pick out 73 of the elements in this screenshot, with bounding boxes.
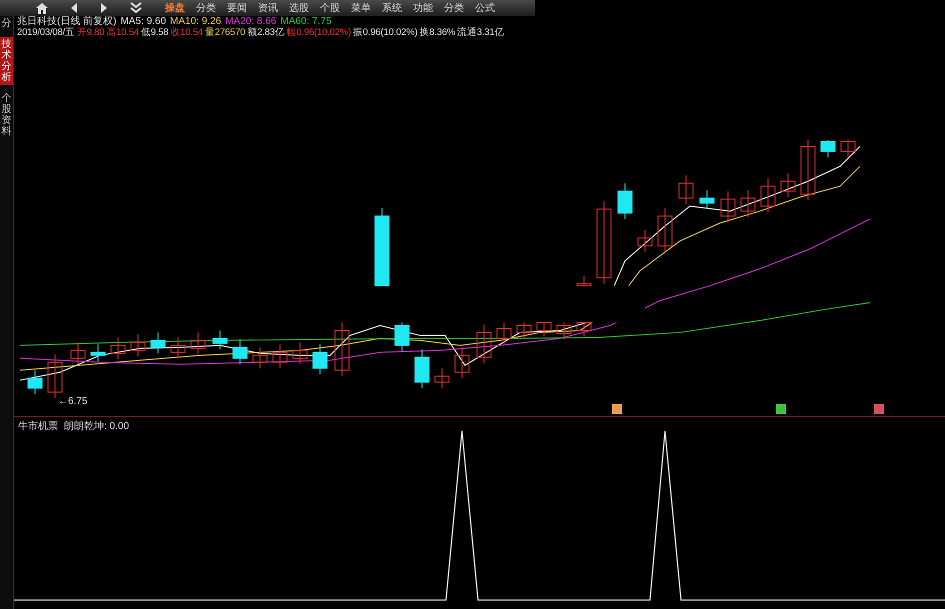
quote-value: 幅0.96(10.02%) [286,28,351,38]
double-chevron-icon[interactable] [130,2,142,14]
candlestick [272,344,288,369]
indicator-reading: 朗朗乾坤: 0.00 [64,420,130,434]
quote-value: 量276570 [204,28,246,38]
candlestick [618,182,632,220]
candlestick [292,342,308,365]
toolbar-tab[interactable]: 功能 [413,0,433,16]
candlestick [28,370,42,395]
toolbar-tab[interactable]: 操盘 [165,0,185,16]
quote-value: MA60: 7.75 [280,17,332,27]
quote-value: 收10.54 [170,28,203,38]
candlestick [760,178,776,213]
candlestick [556,322,572,340]
candlestick [638,229,652,252]
quote-value: MA10: 9.26 [170,17,222,27]
candlestick [700,190,714,210]
low-price-label: ←6.75 [58,395,88,409]
candlestick [190,332,206,355]
quote-value: MA20: 8.66 [225,17,276,27]
candlestick [212,330,228,350]
quote-value: 高10.54 [106,28,139,38]
quote-value: 振0.96(10.02%) [353,28,418,38]
quote-value: 流通3.31亿 [457,28,504,38]
candlestick [170,336,186,359]
quote-value: 开9.80 [76,28,104,38]
candlestick [130,334,146,357]
candlestick [312,344,328,375]
candlestick [252,346,268,369]
back-icon[interactable] [70,3,78,13]
candlestick [576,275,592,337]
quote-value: 2019/03/08/五 [17,28,75,38]
candlestick [150,332,166,354]
candlestick [740,190,756,218]
quote-value: 额2.83亿 [247,28,285,38]
candlestick [678,174,694,205]
indicator-name: 牛市机票 [18,420,58,434]
toolbar-tab[interactable]: 公式 [475,0,495,16]
candlestick [780,172,796,198]
candlestick [536,322,552,337]
side-tab[interactable]: 分 [0,16,13,31]
home-icon[interactable] [36,2,48,14]
side-tab[interactable]: 个股资料 [0,91,13,139]
candlestick [394,322,410,352]
candlestick [110,336,126,360]
toolbar-tab[interactable]: 要闻 [227,0,247,16]
candlestick [90,344,106,362]
candlestick [800,138,816,201]
candlestick [516,322,532,339]
candlestick [334,322,350,377]
candlestick [434,368,450,389]
quote-value: 换8.36% [419,28,456,38]
candlestick [414,348,430,389]
toolbar-tab[interactable]: 选股 [289,0,309,16]
candlestick [48,354,62,399]
toolbar-tab[interactable]: 资讯 [258,0,278,16]
candlestick [496,322,512,345]
candlestick [476,324,492,364]
forward-icon[interactable] [100,3,108,13]
candlestick [70,342,86,365]
toolbar-tab[interactable]: 菜单 [351,0,371,16]
toolbar-tab[interactable]: 分类 [196,0,216,16]
toolbar-tab[interactable]: 分类 [444,0,464,16]
candlestick [454,346,470,379]
candlestick [658,208,672,252]
candlestick [232,338,248,365]
quote-value: MA5: 9.60 [120,17,166,27]
quote-value: 兆日科技(日线 前复权) [17,17,116,27]
side-tab[interactable]: 技术分析 [0,37,13,85]
candlestick [720,190,736,223]
toolbar-tab[interactable]: 系统 [382,0,402,16]
toolbar-tab[interactable]: 个股 [320,0,340,16]
quote-value: 低9.58 [140,28,168,38]
